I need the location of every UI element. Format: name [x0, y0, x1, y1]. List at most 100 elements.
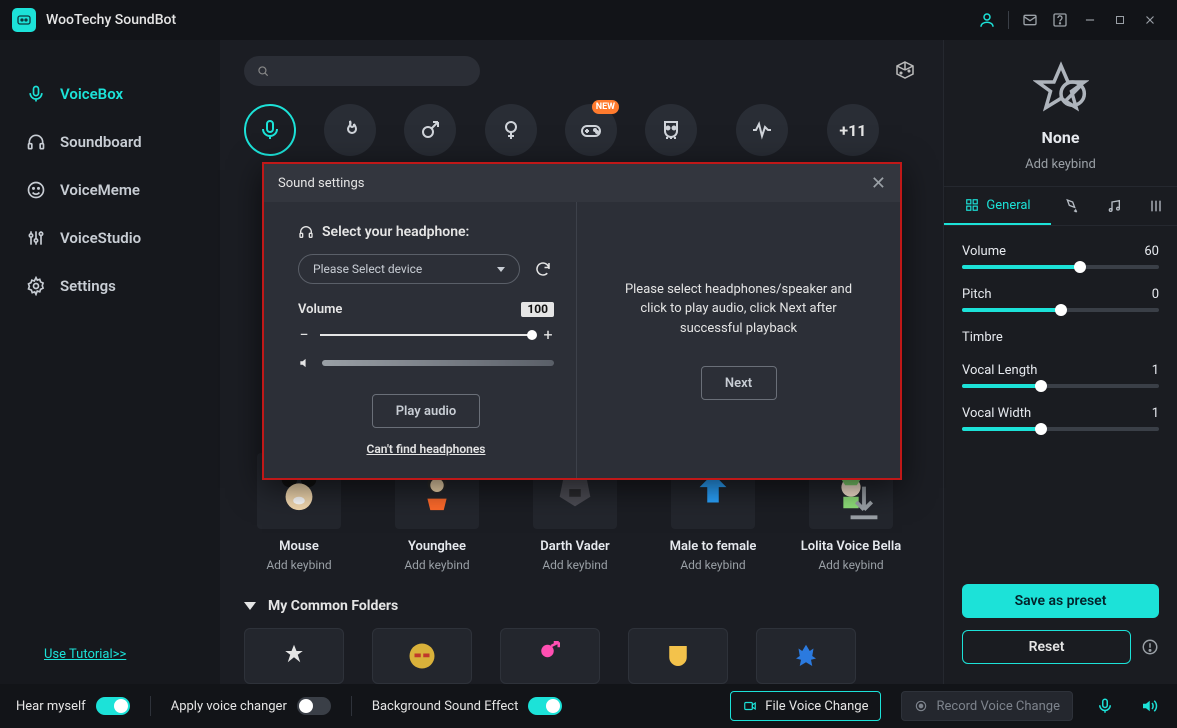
folders-header[interactable]: My Common Folders [244, 598, 919, 614]
next-button[interactable]: Next [701, 366, 777, 400]
folder-row [244, 628, 919, 684]
sound-settings-modal: Sound settings ✕ Select your headphone: … [262, 162, 902, 480]
warning-icon[interactable] [1141, 638, 1159, 656]
collapse-icon [244, 602, 256, 610]
help-icon[interactable] [1045, 5, 1075, 35]
add-keybind[interactable]: Add keybind [542, 558, 607, 572]
audio-meter [298, 356, 554, 370]
nav-label: Settings [60, 277, 116, 295]
tutorial-link[interactable]: Use Tutorial>> [0, 635, 220, 674]
user-icon[interactable] [972, 5, 1002, 35]
bse-toggle[interactable] [528, 697, 562, 715]
record-voice-change-button[interactable]: Record Voice Change [901, 691, 1073, 721]
microphone-icon [26, 84, 46, 104]
right-tabs: General [944, 186, 1177, 226]
folder-card[interactable] [500, 628, 600, 684]
apply-voice-label: Apply voice changer [171, 699, 287, 714]
volume-label: Volume [298, 302, 342, 317]
nav-voicebox[interactable]: VoiceBox [0, 70, 220, 118]
slider-vocal-length[interactable]: Vocal Length 1 [962, 363, 1159, 388]
plus-icon[interactable]: + [542, 325, 554, 344]
slider-label: Vocal Length [962, 363, 1037, 378]
search-icon [256, 64, 270, 78]
add-keybind[interactable]: Add keybind [680, 558, 745, 572]
folder-card[interactable] [756, 628, 856, 684]
save-preset-button[interactable]: Save as preset [962, 584, 1159, 618]
headphones-icon [26, 132, 46, 152]
slider-label: Volume [962, 244, 1006, 259]
app-title: WooTechy SoundBot [46, 12, 176, 28]
mail-icon[interactable] [1015, 5, 1045, 35]
reset-button[interactable]: Reset [962, 630, 1131, 664]
slider-value: 0 [1152, 287, 1159, 302]
slider-label: Vocal Width [962, 406, 1031, 421]
gear-icon [26, 276, 46, 296]
nav-label: VoiceBox [60, 85, 123, 103]
speaker-icon [298, 356, 312, 370]
window-maximize[interactable] [1105, 5, 1135, 35]
download-icon [841, 479, 887, 525]
window-close[interactable] [1135, 5, 1165, 35]
play-audio-button[interactable]: Play audio [372, 394, 480, 428]
modal-title: Sound settings [278, 176, 365, 191]
hear-myself-toggle[interactable] [96, 697, 130, 715]
bse-label: Background Sound Effect [372, 699, 518, 714]
add-keybind[interactable]: Add keybind [266, 558, 331, 572]
slider-timbre[interactable]: Timbre [962, 330, 1159, 345]
nav-label: VoiceStudio [60, 229, 141, 247]
random-dice-icon[interactable] [891, 57, 919, 85]
speaker-icon[interactable] [1137, 694, 1161, 718]
modal-instruction: Please select headphones/speaker and cli… [611, 280, 866, 339]
slider-volume[interactable]: Volume 60 [962, 244, 1159, 269]
separator [1008, 11, 1009, 29]
apply-voice-toggle[interactable] [297, 697, 331, 715]
bottom-bar: Hear myself Apply voice changer Backgrou… [0, 684, 1177, 728]
window-minimize[interactable] [1075, 5, 1105, 35]
folder-card[interactable] [628, 628, 728, 684]
smile-icon [26, 180, 46, 200]
sidebar: VoiceBox Soundboard VoiceMeme VoiceStudi… [0, 40, 220, 684]
slider-value: 1 [1152, 406, 1159, 421]
chevron-down-icon [497, 267, 505, 272]
nav-label: VoiceMeme [60, 181, 140, 199]
video-icon [743, 699, 757, 713]
right-panel: None Add keybind General Volume 60 Pitch0 T… [943, 40, 1177, 684]
nav-settings[interactable]: Settings [0, 262, 220, 310]
folder-card[interactable] [244, 628, 344, 684]
cant-find-headphones-link[interactable]: Can't find headphones [367, 442, 486, 456]
search-input[interactable] [244, 56, 480, 86]
preset-none-icon [1032, 60, 1090, 118]
hear-myself-label: Hear myself [16, 699, 86, 714]
tab-equalizer[interactable] [1135, 187, 1177, 225]
refresh-icon[interactable] [532, 258, 554, 280]
minus-icon[interactable]: − [298, 325, 310, 344]
tab-general[interactable]: General [944, 187, 1051, 225]
title-bar: WooTechy SoundBot [0, 0, 1177, 40]
volume-value: 100 [521, 302, 554, 317]
slider-value: 1 [1152, 363, 1159, 378]
close-icon[interactable]: ✕ [871, 173, 886, 194]
preset-title: None [1042, 128, 1080, 147]
add-keybind[interactable]: Add keybind [404, 558, 469, 572]
nav-voicestudio[interactable]: VoiceStudio [0, 214, 220, 262]
record-icon [914, 699, 928, 713]
slider-pitch[interactable]: Pitch0 [962, 287, 1159, 312]
headphones-icon [298, 224, 314, 240]
grid-icon [964, 197, 980, 213]
volume-slider[interactable]: − + [298, 325, 554, 344]
folder-card[interactable] [372, 628, 472, 684]
file-voice-change-button[interactable]: File Voice Change [730, 691, 881, 721]
tab-effects[interactable] [1051, 187, 1093, 225]
headphone-select[interactable]: Please Select device [298, 254, 520, 284]
nav-label: Soundboard [60, 133, 142, 151]
microphone-icon[interactable] [1093, 694, 1117, 718]
nav-soundboard[interactable]: Soundboard [0, 118, 220, 166]
app-logo [12, 8, 36, 32]
preset-add-keybind[interactable]: Add keybind [1025, 157, 1096, 172]
slider-group: Volume60Pitch0TimbreVocal Length1Vocal W… [944, 226, 1177, 431]
add-keybind[interactable]: Add keybind [818, 558, 883, 572]
tab-music[interactable] [1093, 187, 1135, 225]
slider-value: 60 [1144, 244, 1159, 259]
nav-voicememe[interactable]: VoiceMeme [0, 166, 220, 214]
slider-vocal-width[interactable]: Vocal Width 1 [962, 406, 1159, 431]
